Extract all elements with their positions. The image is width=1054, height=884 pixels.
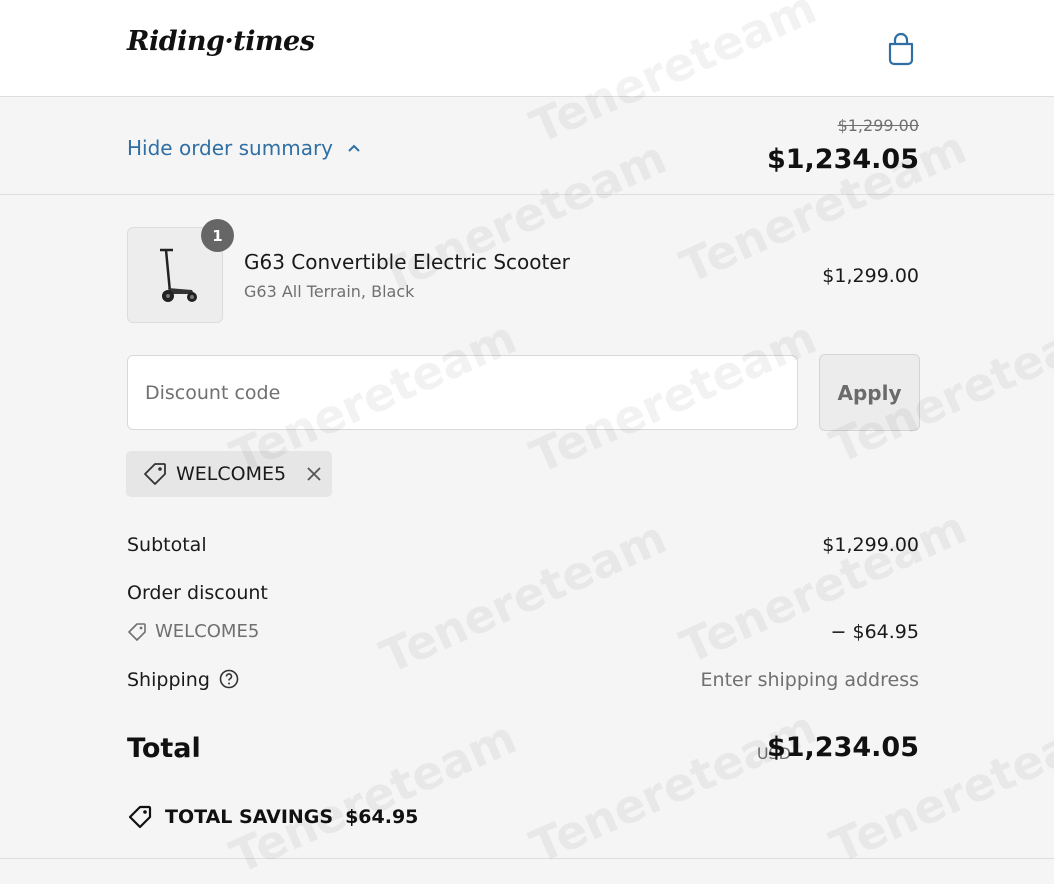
apply-discount-button[interactable]: Apply (819, 354, 920, 431)
total-savings: TOTAL SAVINGS $64.95 (127, 804, 418, 830)
quantity-badge: 1 (201, 219, 234, 252)
total-savings-value: $64.95 (345, 806, 419, 828)
applied-code-label: WELCOME5 (176, 463, 287, 485)
electric-scooter-icon (160, 248, 197, 302)
shopping-bag-icon[interactable] (886, 32, 916, 66)
discount-code-input[interactable] (127, 355, 798, 430)
order-discount-code: WELCOME5 (127, 621, 259, 642)
shipping-value: Enter shipping address (700, 669, 919, 691)
watermark-text: Tenereteam (522, 700, 825, 874)
subtotal-label: Subtotal (127, 534, 207, 556)
total-savings-label: TOTAL SAVINGS (165, 806, 334, 828)
shipping-label-row: Shipping (127, 669, 239, 691)
total-label: Total (127, 733, 201, 764)
subtotal-value: $1,299.00 (822, 534, 919, 556)
site-header: Riding·times (0, 0, 1054, 97)
order-discount-label: Order discount (127, 582, 268, 604)
tag-icon (142, 461, 168, 487)
applied-discount-chip: WELCOME5 (126, 451, 332, 497)
watermark-text: Tenereteam (822, 700, 1054, 874)
watermark-text: Tenereteam (672, 500, 975, 674)
summary-total-price: $1,234.05 (766, 144, 919, 175)
product-name: G63 Convertible Electric Scooter (244, 250, 570, 274)
tag-icon (128, 622, 146, 641)
total-value: $1,234.05 (766, 732, 919, 763)
toggle-label: Hide order summary (127, 136, 334, 160)
store-logo[interactable]: Riding·times (127, 26, 315, 57)
product-variant: G63 All Terrain, Black (244, 282, 415, 301)
help-icon[interactable] (219, 669, 239, 689)
hide-order-summary-toggle[interactable]: Hide order summary (127, 136, 361, 160)
product-price: $1,299.00 (822, 265, 919, 287)
shipping-label: Shipping (127, 669, 210, 691)
chevron-up-icon (348, 144, 360, 152)
order-discount-code-text: WELCOME5 (155, 621, 260, 642)
order-discount-value: − $64.95 (830, 621, 919, 643)
remove-discount-icon[interactable] (304, 464, 324, 484)
tag-icon (128, 805, 152, 829)
original-price: $1,299.00 (837, 116, 919, 135)
watermark-text: Tenereteam (372, 510, 675, 684)
divider (0, 858, 1054, 859)
